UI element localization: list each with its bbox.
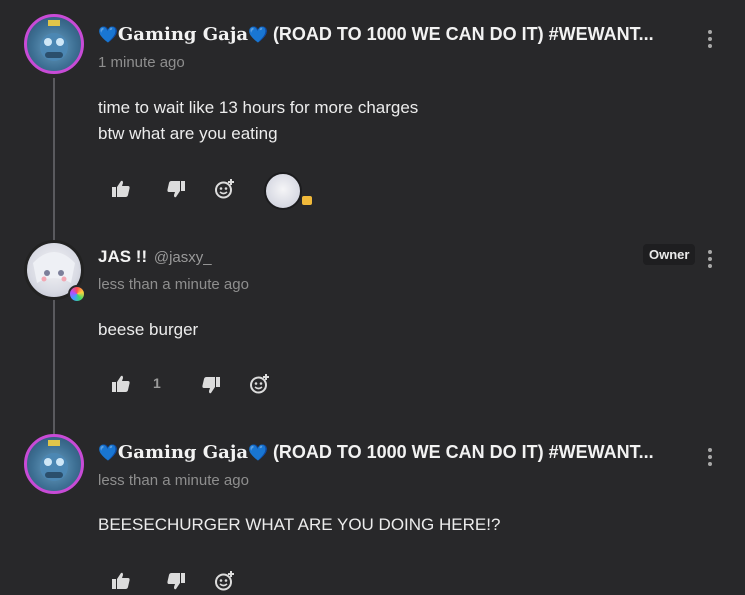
comment-menu-button[interactable] [702,446,718,468]
thumbs-down-icon [167,573,185,590]
author-name: 𝐆𝐚𝐦𝐢𝐧𝐠 𝐆𝐚𝐣𝐚 [117,442,248,463]
add-reaction-button[interactable] [214,570,236,592]
blue-heart-icon: 💙 [98,445,118,462]
comment-timestamp: less than a minute ago [98,472,249,489]
blue-heart-icon: 💙 [248,445,268,462]
avatar-image [40,440,68,481]
comment-author[interactable]: 💙𝐆𝐚𝐦𝐢𝐧𝐠 𝐆𝐚𝐣𝐚💙 (ROAD TO 1000 WE CAN DO IT… [98,442,654,463]
comment: 💙𝐆𝐚𝐦𝐢𝐧𝐠 𝐆𝐚𝐣𝐚💙 (ROAD TO 1000 WE CAN DO IT… [0,0,745,595]
thumbs-up-icon [112,572,130,589]
add-reaction-icon [215,571,234,591]
author-tagline: (ROAD TO 1000 WE CAN DO IT) #WEWANT... [272,442,654,462]
author-avatar[interactable] [24,434,84,494]
dislike-button[interactable] [167,573,185,590]
more-vertical-icon [708,448,712,452]
comment-line: BEESECHURGER WHAT ARE YOU DOING HERE!? [98,515,501,534]
like-button[interactable] [112,572,130,589]
comment-body: BEESECHURGER WHAT ARE YOU DOING HERE!? [98,512,500,538]
